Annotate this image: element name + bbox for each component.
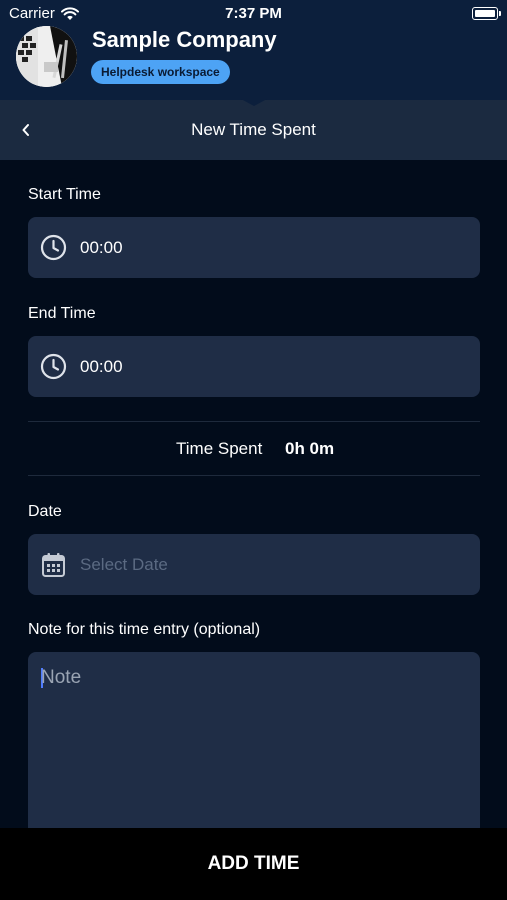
- calendar-icon: [42, 553, 65, 577]
- avatar-image: [16, 26, 77, 87]
- header-notch: [241, 99, 267, 106]
- time-spent-value: 0h 0m: [285, 439, 335, 458]
- status-time: 7:37 PM: [225, 5, 282, 22]
- company-avatar[interactable]: [16, 26, 77, 87]
- company-name: Sample Company: [92, 27, 277, 52]
- note-placeholder: Note: [41, 667, 82, 688]
- date-label: Date: [28, 503, 62, 520]
- note-textarea[interactable]: Note: [28, 652, 480, 852]
- clock-icon: [40, 353, 67, 380]
- note-label: Note for this time entry (optional): [28, 621, 261, 638]
- clock-icon: [40, 234, 67, 261]
- status-bar: Carrier 7:37 PM: [0, 0, 507, 28]
- date-field[interactable]: Select Date: [28, 534, 480, 595]
- divider-top: [28, 421, 480, 422]
- start-time-value: 00:00: [80, 238, 123, 257]
- end-time-value: 00:00: [80, 357, 123, 376]
- start-time-field[interactable]: 00:00: [28, 217, 480, 278]
- end-time-label: End Time: [28, 305, 96, 322]
- add-time-button[interactable]: ADD TIME: [0, 828, 507, 900]
- end-time-field[interactable]: 00:00: [28, 336, 480, 397]
- date-placeholder: Select Date: [80, 555, 168, 574]
- time-spent-label: Time Spent: [176, 439, 263, 458]
- page-title: New Time Spent: [191, 120, 316, 139]
- workspace-badge[interactable]: Helpdesk workspace: [91, 60, 230, 84]
- nav-bar: New Time Spent: [0, 100, 507, 160]
- battery-level: [475, 10, 495, 17]
- battery-icon: [472, 7, 501, 20]
- start-time-label: Start Time: [28, 186, 101, 203]
- divider-bottom: [28, 475, 480, 476]
